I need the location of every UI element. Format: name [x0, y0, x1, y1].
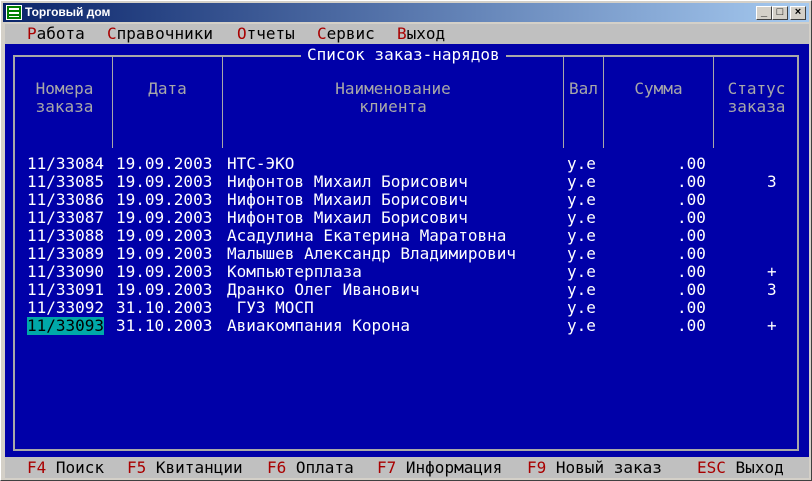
cell-currency: у.е: [567, 172, 596, 191]
cell-date: 19.09.2003: [116, 154, 213, 173]
cell-order-no: 11/33086: [27, 190, 105, 209]
minimize-button[interactable]: _: [756, 6, 772, 20]
cell-date: 19.09.2003: [116, 172, 213, 191]
cell-client: Компьютерплаза: [227, 262, 362, 281]
cell-sum: .00: [677, 172, 706, 191]
cell-client: Асадулина Екатерина Маратовна: [227, 226, 507, 245]
header-client: Наименование клиента: [335, 79, 451, 116]
cell-sum: .00: [677, 298, 706, 317]
cell-client: Малышев Александр Владимирович: [227, 244, 516, 263]
cell-sum: .00: [677, 208, 706, 227]
table-row-selected[interactable]: 11/33093 31.10.2003 Авиакомпания Корона …: [5, 317, 809, 335]
table-row[interactable]: 11/33086 19.09.2003 Нифонтов Михаил Бори…: [5, 191, 809, 209]
title-bar[interactable]: Торговый дом _ □ ×: [3, 3, 809, 22]
cell-order-no: 11/33084: [27, 154, 105, 173]
column-divider: [603, 56, 604, 148]
cell-client: Дранко Олег Иванович: [227, 280, 420, 299]
cell-sum: .00: [677, 154, 706, 173]
function-key-bar: F4 Поиск F5 Квитанции F6 Оплата F7 Инфор…: [5, 457, 809, 478]
close-button[interactable]: ×: [790, 6, 806, 20]
menu-item-servis[interactable]: Сервис: [317, 25, 375, 43]
maximize-button[interactable]: □: [772, 6, 788, 20]
panel-title: Список заказ-нарядов: [301, 45, 506, 65]
fkey-new-order[interactable]: F9 Новый заказ: [527, 458, 662, 478]
table-row[interactable]: 11/33084 19.09.2003 НТС-ЭКО у.е .00: [5, 155, 809, 173]
column-divider: [563, 56, 564, 148]
fkey-payment[interactable]: F6 Оплата: [267, 458, 354, 478]
menu-item-otchety[interactable]: Отчеты: [237, 25, 295, 43]
header-status: Статус заказа: [727, 79, 786, 116]
cell-status: +: [767, 316, 777, 335]
table-row[interactable]: 11/33092 31.10.2003 ГУЗ МОСП у.е .00: [5, 299, 809, 317]
table-row[interactable]: 11/33090 19.09.2003 Компьютерплаза у.е .…: [5, 263, 809, 281]
cell-order-no: 11/33093: [27, 316, 105, 335]
cell-client: Нифонтов Михаил Борисович: [227, 190, 468, 209]
menu-item-spravochniki[interactable]: Справочники: [107, 25, 213, 43]
table-row[interactable]: 11/33089 19.09.2003 Малышев Александр Вл…: [5, 245, 809, 263]
cell-currency: у.е: [567, 154, 596, 173]
fkey-receipts[interactable]: F5 Квитанции: [127, 458, 243, 478]
cell-sum: .00: [677, 244, 706, 263]
cell-order-no: 11/33089: [27, 244, 105, 263]
cell-client: Нифонтов Михаил Борисович: [227, 172, 468, 191]
table-row[interactable]: 11/33085 19.09.2003 Нифонтов Михаил Бори…: [5, 173, 809, 191]
app-window: Торговый дом _ □ × Работа Справочники От…: [0, 0, 812, 481]
console-app-icon: [6, 5, 22, 20]
header-date: Дата: [148, 79, 187, 98]
cell-client: ГУЗ МОСП: [227, 298, 314, 317]
cell-status: +: [767, 262, 777, 281]
cell-client: Нифонтов Михаил Борисович: [227, 208, 468, 227]
cell-sum: .00: [677, 190, 706, 209]
cell-order-no: 11/33090: [27, 262, 105, 281]
cell-client: Авиакомпания Корона: [227, 316, 411, 335]
cell-date: 19.09.2003: [116, 226, 213, 245]
cell-date: 19.09.2003: [116, 190, 213, 209]
cell-date: 31.10.2003: [116, 298, 213, 317]
cell-client: НТС-ЭКО: [227, 154, 295, 173]
column-divider: [112, 56, 113, 148]
table-row[interactable]: 11/33091 19.09.2003 Дранко Олег Иванович…: [5, 281, 809, 299]
orders-panel: Список заказ-нарядов Номера заказа Дата Н…: [5, 44, 809, 457]
menu-bar: Работа Справочники Отчеты Сервис Выход: [5, 24, 809, 44]
cell-date: 19.09.2003: [116, 244, 213, 263]
cell-date: 31.10.2003: [116, 316, 213, 335]
cell-currency: у.е: [567, 208, 596, 227]
console-area: Работа Справочники Отчеты Сервис Выход С…: [5, 24, 809, 478]
cell-order-no: 11/33088: [27, 226, 105, 245]
cell-date: 19.09.2003: [116, 208, 213, 227]
cell-status: 3: [767, 172, 777, 191]
cell-sum: .00: [677, 316, 706, 335]
menu-item-vykhod[interactable]: Выход: [397, 25, 445, 43]
cell-currency: у.е: [567, 316, 596, 335]
window-title: Торговый дом: [25, 5, 111, 19]
header-order-no: Номера заказа: [35, 79, 94, 116]
cell-sum: .00: [677, 226, 706, 245]
table-row[interactable]: 11/33087 19.09.2003 Нифонтов Михаил Бори…: [5, 209, 809, 227]
menu-item-rabota[interactable]: Работа: [27, 25, 85, 43]
table-row[interactable]: 11/33088 19.09.2003 Асадулина Екатерина …: [5, 227, 809, 245]
cell-currency: у.е: [567, 190, 596, 209]
cell-date: 19.09.2003: [116, 262, 213, 281]
cell-order-no: 11/33085: [27, 172, 105, 191]
cell-order-no: 11/33087: [27, 208, 105, 227]
cell-status: 3: [767, 280, 777, 299]
cell-currency: у.е: [567, 298, 596, 317]
cell-currency: у.е: [567, 262, 596, 281]
fkey-exit[interactable]: ESC Выход: [697, 458, 784, 478]
fkey-information[interactable]: F7 Информация: [377, 458, 502, 478]
cell-order-no: 11/33091: [27, 280, 105, 299]
cell-sum: .00: [677, 280, 706, 299]
fkey-search[interactable]: F4 Поиск: [27, 458, 104, 478]
header-currency: Вал: [569, 79, 598, 98]
cell-sum: .00: [677, 262, 706, 281]
cell-currency: у.е: [567, 280, 596, 299]
cell-currency: у.е: [567, 244, 596, 263]
cell-order-no: 11/33092: [27, 298, 105, 317]
header-sum: Сумма: [634, 79, 683, 98]
cell-currency: у.е: [567, 226, 596, 245]
cell-date: 19.09.2003: [116, 280, 213, 299]
